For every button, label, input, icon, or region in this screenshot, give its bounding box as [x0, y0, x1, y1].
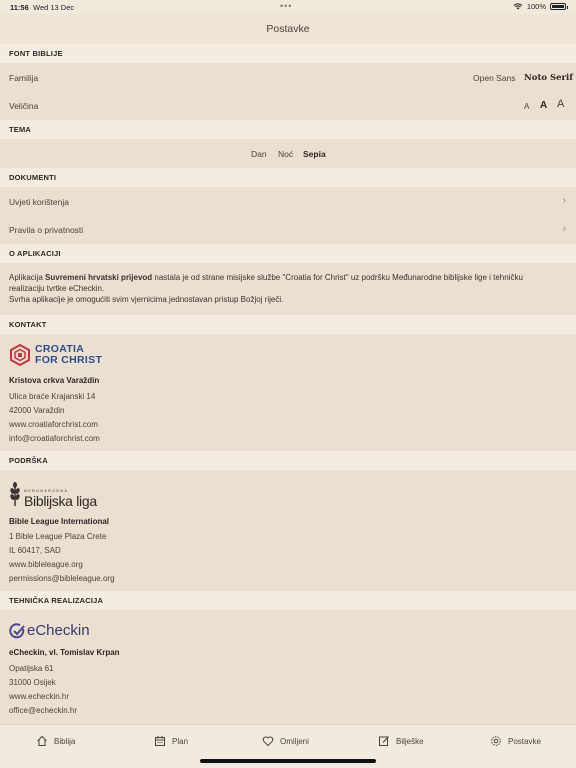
status-date: Wed 13 Dec	[33, 3, 75, 12]
echeckin-logo: eCheckin	[9, 622, 90, 639]
tab-postavke[interactable]: Postavke	[490, 735, 541, 747]
contact-address: Ulica braće Krajanski 14	[9, 392, 96, 401]
wheat-logo-icon	[10, 482, 20, 506]
status-bar: 11:56 Wed 13 Dec ••• 100%	[0, 0, 576, 14]
tech-address: Opatijska 61	[9, 664, 54, 673]
doc-item-label: Pravila o privatnosti	[9, 225, 84, 235]
tab-omiljeni[interactable]: Omiljeni	[262, 735, 309, 747]
font-option-open-sans[interactable]: Open Sans	[473, 73, 516, 83]
calendar-icon	[155, 736, 165, 746]
tech-city: 31000 Osijek	[9, 678, 56, 687]
tab-label: Bilješke	[396, 736, 424, 746]
tab-label: Biblija	[54, 736, 76, 746]
status-time: 11:56	[10, 3, 29, 12]
croatia-for-christ-logo: CROATIA FOR CHRIST	[9, 344, 102, 366]
battery-percent: 100%	[526, 2, 546, 11]
font-option-noto-serif[interactable]: Noto Serif	[524, 73, 573, 83]
doc-item-label: Uvjeti korištenja	[9, 197, 69, 207]
home-icon	[37, 735, 47, 746]
family-label: Familija	[9, 73, 39, 83]
size-option-small[interactable]: A	[524, 102, 529, 111]
tech-email-link[interactable]: office@echeckin.hr	[9, 706, 77, 715]
section-header-about: O APLIKACIJI	[0, 244, 576, 263]
logo-text: Biblijska liga	[24, 493, 97, 509]
theme-option-sepia[interactable]: Sepia	[303, 149, 326, 159]
contact-website-link[interactable]: www.croatiaforchrist.com	[9, 420, 98, 429]
tab-label: Postavke	[508, 736, 541, 746]
tab-biblija[interactable]: Biblija	[36, 735, 75, 747]
tech-org-name: eCheckin, vl. Tomislav Krpan	[9, 648, 120, 657]
biblijska-liga-logo: MEĐUNARODNA Biblijska liga	[9, 482, 97, 509]
page-title: Postavke	[0, 14, 576, 44]
heart-icon	[262, 736, 274, 747]
battery-icon	[550, 3, 568, 10]
section-header-support: PODRŠKA	[0, 451, 576, 470]
contact-block: CROATIA FOR CHRIST Kristova crkva Varažd…	[0, 334, 576, 451]
tab-label: Plan	[172, 736, 189, 746]
theme-option-noc[interactable]: Noć	[278, 149, 293, 159]
section-header-technical: TEHNIČKA REALIZACIJA	[0, 591, 576, 610]
size-option-medium[interactable]: A	[540, 100, 547, 111]
gear-icon	[491, 736, 501, 746]
contact-city: 42000 Varaždin	[9, 406, 65, 415]
multitasking-dots[interactable]: •••	[280, 1, 292, 11]
theme-settings: Dan Noć Sepia	[0, 139, 576, 168]
section-header-font: FONT BIBLIJE	[0, 44, 576, 63]
support-block: MEĐUNARODNA Biblijska liga Bible League …	[0, 470, 576, 591]
chevron-right-icon: ›	[562, 195, 566, 206]
technical-block: eCheckin eCheckin, vl. Tomislav Krpan Op…	[0, 610, 576, 724]
theme-option-dan[interactable]: Dan	[251, 149, 267, 159]
logo-text: eCheckin	[27, 622, 90, 639]
notes-icon	[379, 736, 389, 746]
support-org-name: Bible League International	[9, 517, 110, 526]
chevron-right-icon: ›	[562, 223, 566, 234]
support-city: IL 60417, SAD	[9, 546, 61, 555]
check-circle-logo-icon	[9, 622, 25, 638]
size-option-large[interactable]: A	[557, 98, 564, 110]
section-header-documents: DOKUMENTI	[0, 168, 576, 187]
tab-biljeske[interactable]: Bilješke	[378, 735, 424, 747]
doc-item-privacy[interactable]: Pravila o privatnosti ›	[0, 215, 576, 244]
tab-plan[interactable]: Plan	[154, 735, 188, 747]
app-name: Suvremeni hrvatski prijevod	[45, 273, 153, 282]
about-purpose: Svrha aplikacije je omogućiti svim vjern…	[9, 295, 284, 304]
font-settings: Familija Open Sans Noto Serif Veličina A…	[0, 63, 576, 120]
logo-line-2: FOR CHRIST	[35, 354, 103, 366]
hexagon-logo-icon	[10, 344, 30, 366]
tech-website-link[interactable]: www.echeckin.hr	[9, 692, 69, 701]
contact-org-name: Kristova crkva Varaždin	[9, 376, 100, 385]
section-header-contact: KONTAKT	[0, 315, 576, 334]
status-right: 100%	[513, 2, 568, 11]
size-label: Veličina	[9, 101, 39, 111]
wifi-icon	[513, 3, 523, 10]
tab-label: Omiljeni	[280, 736, 309, 746]
support-email-link[interactable]: permissions@bibleleague.org	[9, 574, 115, 583]
doc-item-terms[interactable]: Uvjeti korištenja ›	[0, 187, 576, 215]
support-address: 1 Bible League Plaza Crete	[9, 532, 107, 541]
support-website-link[interactable]: www.bibleleague.org	[9, 560, 83, 569]
about-text: Aplikacija Suvremeni hrvatski prijevod n…	[9, 273, 523, 304]
contact-email-link[interactable]: info@croatiaforchrist.com	[9, 434, 100, 443]
section-header-theme: TEMA	[0, 120, 576, 139]
home-indicator[interactable]	[200, 759, 376, 763]
